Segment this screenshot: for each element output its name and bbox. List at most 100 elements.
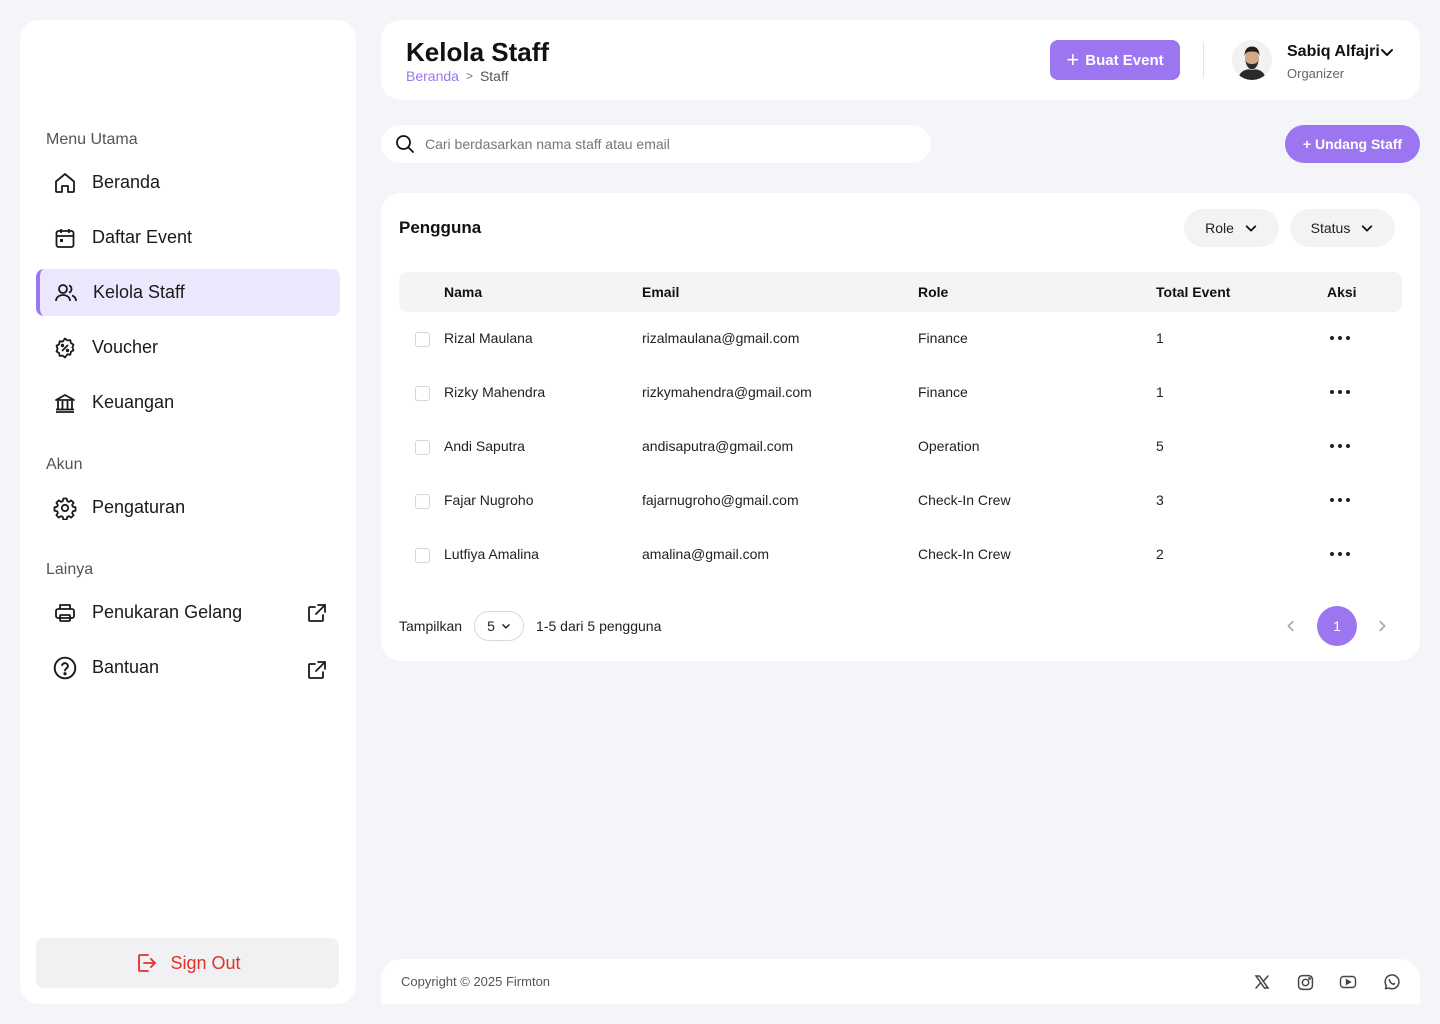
per-page-select[interactable]: 5 — [474, 611, 525, 641]
breadcrumb-current: Staff — [479, 68, 509, 84]
instagram-icon[interactable] — [1295, 972, 1315, 992]
cell-email: andisaputra@gmail.com — [642, 438, 794, 454]
search-bar — [381, 125, 931, 163]
calendar-icon — [52, 225, 78, 251]
breadcrumb-separator: > — [465, 69, 473, 83]
cell-role: Check-In Crew — [918, 546, 1011, 562]
table-row: Rizal Maulana rizalmaulana@gmail.com Fin… — [399, 312, 1402, 366]
external-link-icon[interactable] — [304, 657, 330, 683]
avatar[interactable] — [1232, 40, 1272, 80]
logout-icon — [134, 951, 158, 975]
breadcrumb-home-link[interactable]: Beranda — [406, 68, 459, 84]
sidebar-item-daftar-event[interactable]: Daftar Event — [36, 214, 340, 261]
cell-email: rizalmaulana@gmail.com — [642, 330, 800, 346]
invite-staff-button[interactable]: + Undang Staff — [1285, 125, 1420, 163]
sidebar-item-label: Pengaturan — [92, 497, 186, 517]
sidebar-item-keuangan[interactable]: Keuangan — [36, 379, 340, 426]
chevron-down-icon[interactable] — [1379, 44, 1395, 65]
page-title: Kelola Staff — [406, 37, 550, 67]
sidebar-item-label: Kelola Staff — [93, 282, 185, 302]
pagination-info: Tampilkan 5 1-5 dari 5 pengguna — [399, 611, 661, 641]
x-icon[interactable] — [1252, 972, 1272, 992]
cell-name: Andi Saputra — [444, 438, 525, 454]
printer-icon — [52, 600, 78, 626]
page-header: Kelola Staff Beranda > Staff + Buat Even… — [381, 20, 1420, 100]
sidebar-item-beranda[interactable]: Beranda — [36, 159, 340, 206]
more-actions-icon[interactable] — [1328, 436, 1352, 456]
table-row: Andi Saputra andisaputra@gmail.com Opera… — [399, 420, 1402, 474]
chevron-right-icon[interactable] — [1372, 616, 1392, 636]
per-page-value: 5 — [487, 618, 495, 634]
sidebar-item-penukaran-gelang[interactable]: Penukaran Gelang — [36, 589, 340, 636]
row-checkbox[interactable] — [415, 386, 430, 401]
external-link-icon[interactable] — [304, 600, 330, 626]
column-header-total-event[interactable]: Total Event — [1156, 284, 1230, 300]
show-label: Tampilkan — [399, 618, 463, 634]
row-checkbox[interactable] — [415, 548, 430, 563]
card-title: Pengguna — [399, 218, 482, 237]
sidebar-item-label: Daftar Event — [92, 227, 193, 247]
sidebar-item-voucher[interactable]: Voucher — [36, 324, 340, 371]
cell-role: Finance — [918, 330, 968, 346]
sidebar-item-label: Penukaran Gelang — [92, 602, 243, 622]
cell-name: Fajar Nugroho — [444, 492, 534, 508]
column-header-role[interactable]: Role — [918, 284, 948, 300]
cell-total-event: 1 — [1156, 330, 1164, 346]
chevron-left-icon[interactable] — [1281, 616, 1301, 636]
column-header-name[interactable]: Nama — [444, 284, 482, 300]
cell-name: Lutfiya Amalina — [444, 546, 539, 562]
header-divider — [1203, 42, 1204, 78]
more-actions-icon[interactable] — [1328, 544, 1352, 564]
cell-role: Operation — [918, 438, 980, 454]
row-checkbox[interactable] — [415, 494, 430, 509]
status-filter-label: Status — [1310, 220, 1351, 236]
sidebar-item-label: Keuangan — [92, 392, 175, 412]
page-footer: Copyright © 2025 Firmton — [381, 959, 1420, 1004]
sidebar-item-kelola-staff[interactable]: Kelola Staff — [36, 269, 340, 316]
table-row: Fajar Nugroho fajarnugroho@gmail.com Che… — [399, 474, 1402, 528]
table-row: Lutfiya Amalina amalina@gmail.com Check-… — [399, 528, 1402, 582]
column-header-email[interactable]: Email — [642, 284, 679, 300]
sidebar-item-bantuan[interactable]: Bantuan — [36, 644, 340, 691]
role-filter-dropdown[interactable]: Role — [1184, 209, 1279, 247]
plus-icon: + — [1066, 47, 1080, 72]
cell-email: amalina@gmail.com — [642, 546, 770, 562]
cell-name: Rizal Maulana — [444, 330, 533, 346]
gear-icon — [52, 495, 78, 521]
users-icon — [53, 280, 79, 306]
status-filter-dropdown[interactable]: Status — [1290, 209, 1395, 247]
user-role: Organizer — [1287, 66, 1345, 81]
youtube-icon[interactable] — [1338, 972, 1358, 992]
role-filter-label: Role — [1205, 220, 1234, 236]
copyright-text: Copyright © 2025 Firmton — [401, 974, 551, 989]
more-actions-icon[interactable] — [1328, 328, 1352, 348]
page-button-current[interactable]: 1 — [1317, 606, 1357, 646]
sign-out-button[interactable]: Sign Out — [36, 938, 339, 988]
column-header-action: Aksi — [1327, 284, 1357, 300]
users-card: Pengguna Role Status Nama Email Role Tot… — [381, 193, 1420, 661]
more-actions-icon[interactable] — [1328, 382, 1352, 402]
sidebar-item-label: Bantuan — [92, 657, 160, 677]
bank-icon — [52, 390, 78, 416]
whatsapp-icon[interactable] — [1381, 972, 1401, 992]
sign-out-label: Sign Out — [170, 952, 241, 973]
row-checkbox[interactable] — [415, 440, 430, 455]
cell-total-event: 1 — [1156, 384, 1164, 400]
help-icon — [52, 655, 78, 681]
sidebar-item-pengaturan[interactable]: Pengaturan — [36, 484, 340, 531]
create-event-button[interactable]: + Buat Event — [1050, 40, 1180, 80]
section-title-account: Akun — [46, 456, 83, 473]
create-event-label: Buat Event — [1085, 51, 1164, 69]
more-actions-icon[interactable] — [1328, 490, 1352, 510]
search-input[interactable] — [425, 136, 905, 152]
pagination-summary: 1-5 dari 5 pengguna — [536, 618, 662, 634]
breadcrumb: Beranda > Staff — [406, 68, 509, 84]
section-title-main: Menu Utama — [46, 131, 138, 148]
search-icon — [395, 134, 415, 154]
cell-total-event: 3 — [1156, 492, 1164, 508]
table-row: Rizky Mahendra rizkymahendra@gmail.com F… — [399, 366, 1402, 420]
sidebar-item-label: Voucher — [92, 337, 159, 357]
voucher-icon — [52, 335, 78, 361]
cell-email: fajarnugroho@gmail.com — [642, 492, 799, 508]
row-checkbox[interactable] — [415, 332, 430, 347]
